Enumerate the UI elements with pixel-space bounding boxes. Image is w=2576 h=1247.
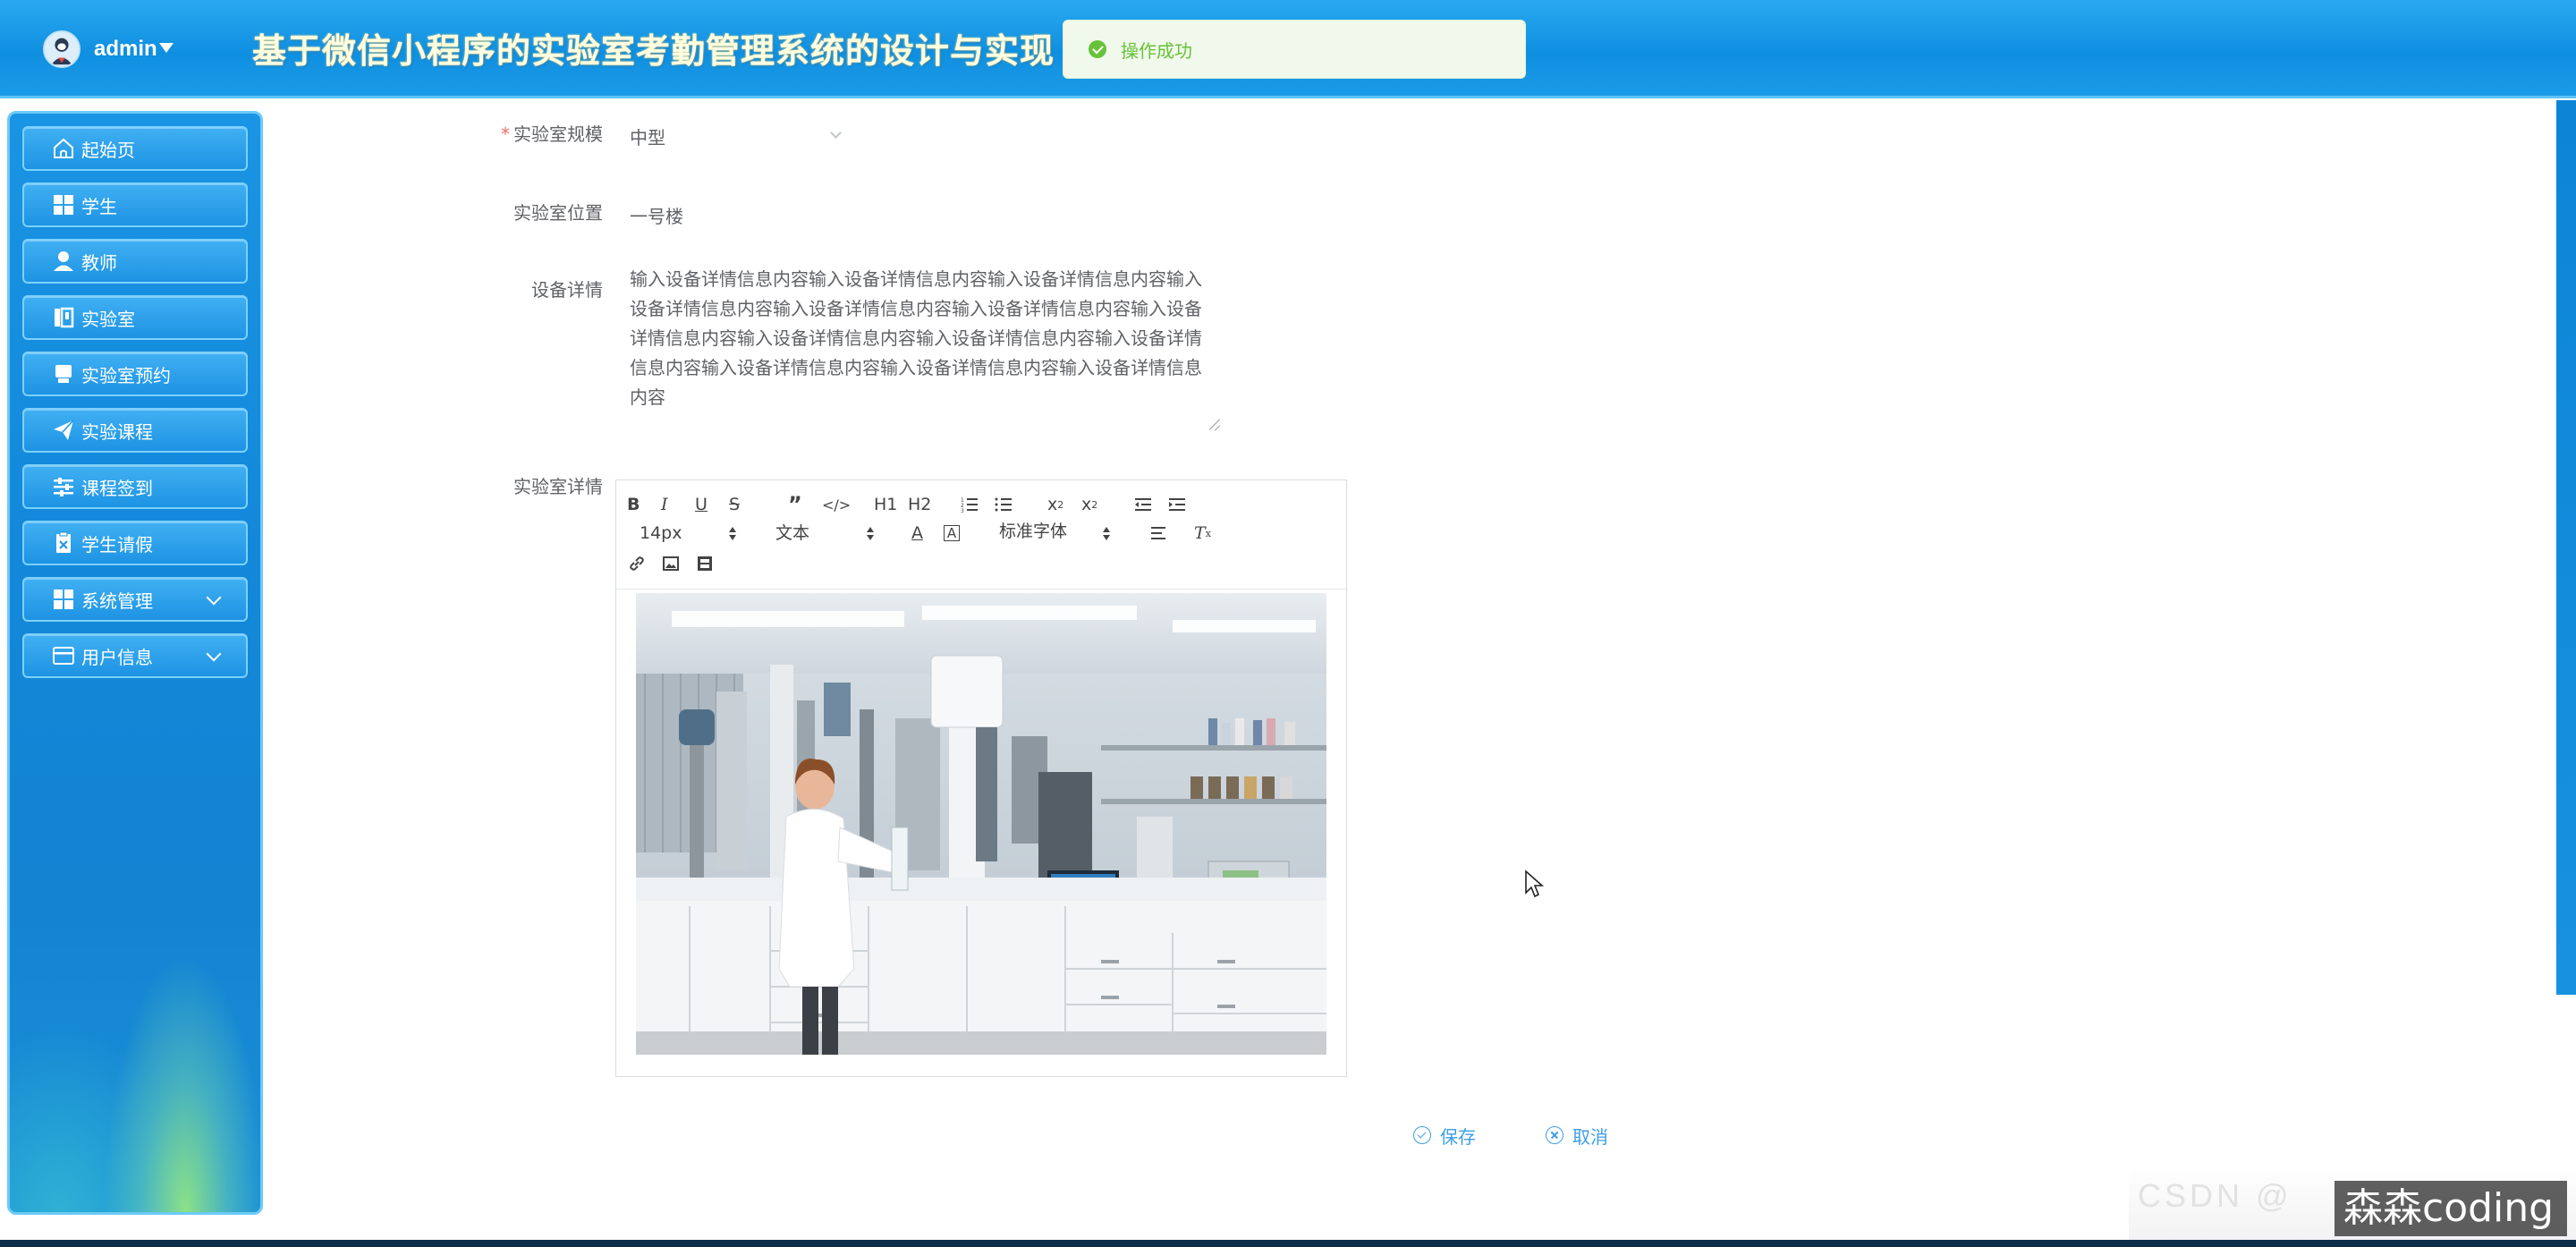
equipment-label: 设备详情 bbox=[531, 279, 603, 301]
username-label[interactable]: admin bbox=[94, 34, 157, 64]
sidebar-item-label: 系统管理 bbox=[81, 590, 153, 612]
blockquote-icon[interactable]: ” bbox=[788, 491, 802, 518]
sidebar: 起始页 学生 教师 实验室 实验室预约 实验课程 课程签到 学生请假 系统管理 … bbox=[7, 111, 263, 1215]
equipment-textarea[interactable]: 输入设备详情信息内容输入设备详情信息内容输入设备详情信息内容输入设备详情信息内容… bbox=[617, 265, 1225, 435]
code-block-icon[interactable]: </> bbox=[822, 491, 851, 518]
sidebar-item-label: 学生 bbox=[81, 195, 117, 217]
required-asterisk: * bbox=[501, 123, 510, 145]
font-color-icon[interactable]: A bbox=[911, 520, 923, 547]
sidebar-item-course-checkin[interactable]: 课程签到 bbox=[22, 464, 248, 509]
printer-icon bbox=[51, 361, 76, 386]
sidebar-item-labs[interactable]: 实验室 bbox=[22, 295, 248, 340]
resize-handle-icon[interactable] bbox=[1208, 417, 1222, 431]
card-icon bbox=[51, 643, 76, 668]
outdent-icon[interactable] bbox=[1133, 491, 1153, 518]
editor-toolbar: B I U S ” </> H1 H2 123 x2 x2 14px 文本 A … bbox=[616, 480, 1346, 590]
sidebar-item-label: 起始页 bbox=[81, 139, 135, 161]
detail-label: 实验室详情 bbox=[513, 476, 603, 497]
scrollbar[interactable] bbox=[2555, 100, 2576, 1247]
avatar-icon bbox=[45, 32, 79, 66]
location-label: 实验室位置 bbox=[513, 202, 603, 224]
underline-icon[interactable]: U bbox=[695, 491, 708, 518]
rich-text-editor: B I U S ” </> H1 H2 123 x2 x2 14px 文本 A … bbox=[615, 479, 1347, 1077]
top-header: admin 基于微信小程序的实验室考勤管理系统的设计与实现 操作成功 bbox=[0, 0, 2576, 98]
strike-icon[interactable]: S bbox=[729, 491, 740, 518]
scale-label: * 实验室规模 bbox=[433, 120, 603, 146]
save-label: 保存 bbox=[1440, 1125, 1476, 1148]
video-icon[interactable] bbox=[695, 550, 715, 577]
font-size-select[interactable]: 14px bbox=[640, 520, 682, 547]
sidebar-item-student-leave[interactable]: 学生请假 bbox=[22, 521, 248, 565]
sliders-icon bbox=[51, 474, 76, 499]
app-title: 基于微信小程序的实验室考勤管理系统的设计与实现 bbox=[252, 31, 1055, 71]
font-family-select[interactable]: 标准字体 bbox=[999, 518, 1067, 545]
chevron-down-icon bbox=[206, 590, 222, 606]
save-button[interactable]: 保存 bbox=[1413, 1122, 1476, 1149]
sidebar-item-label: 实验室 bbox=[81, 308, 135, 330]
select-arrows-icon[interactable] bbox=[867, 527, 874, 541]
heading2-button[interactable]: H2 bbox=[908, 491, 931, 518]
background-color-icon[interactable]: A bbox=[944, 525, 960, 541]
ordered-list-icon[interactable]: 123 bbox=[960, 491, 979, 518]
sidebar-item-label: 实验室预约 bbox=[81, 364, 171, 386]
sidebar-item-teachers[interactable]: 教师 bbox=[22, 239, 248, 284]
sidebar-item-label: 教师 bbox=[81, 251, 117, 274]
chevron-down-icon bbox=[206, 646, 222, 662]
check-circle-icon bbox=[1413, 1126, 1431, 1144]
bullet-list-icon[interactable] bbox=[994, 491, 1013, 518]
user-icon bbox=[51, 249, 76, 274]
grid-icon bbox=[51, 587, 76, 612]
toast-message: 操作成功 bbox=[1121, 39, 1192, 62]
bottom-strip bbox=[0, 1240, 2576, 1247]
author-watermark: 森森coding bbox=[2334, 1181, 2567, 1236]
sidebar-item-students[interactable]: 学生 bbox=[22, 182, 248, 227]
align-icon[interactable] bbox=[1149, 520, 1169, 547]
sidebar-item-label: 课程签到 bbox=[81, 477, 153, 499]
caret-down-icon[interactable] bbox=[159, 43, 174, 53]
italic-icon[interactable]: I bbox=[661, 491, 668, 518]
sidebar-item-lab-booking[interactable]: 实验室预约 bbox=[22, 352, 248, 396]
scale-select[interactable]: 中型 bbox=[630, 123, 665, 149]
scale-label-text: 实验室规模 bbox=[513, 123, 603, 145]
svg-text:3: 3 bbox=[961, 508, 964, 514]
location-input[interactable]: 一号楼 bbox=[630, 202, 683, 228]
superscript-icon[interactable]: x2 bbox=[1081, 491, 1097, 518]
clipboard-icon bbox=[51, 530, 76, 556]
csdn-watermark: CSDN @ bbox=[2138, 1177, 2292, 1214]
success-toast: 操作成功 bbox=[1063, 20, 1526, 79]
select-arrows-icon[interactable] bbox=[729, 527, 736, 541]
success-check-icon bbox=[1089, 40, 1106, 58]
close-circle-icon bbox=[1546, 1126, 1563, 1144]
cancel-label: 取消 bbox=[1572, 1125, 1608, 1148]
sidebar-item-home[interactable]: 起始页 bbox=[22, 126, 248, 171]
link-icon[interactable] bbox=[627, 550, 647, 577]
subscript-icon[interactable]: x2 bbox=[1047, 491, 1063, 518]
book-icon bbox=[51, 305, 76, 330]
sidebar-item-label: 用户信息 bbox=[81, 646, 153, 668]
cancel-button[interactable]: 取消 bbox=[1546, 1122, 1608, 1149]
header-select[interactable]: 文本 bbox=[775, 520, 809, 547]
avatar[interactable] bbox=[43, 30, 80, 68]
image-icon[interactable] bbox=[661, 550, 681, 577]
grid-icon bbox=[51, 192, 76, 217]
home-icon bbox=[51, 136, 76, 161]
sidebar-item-user-info[interactable]: 用户信息 bbox=[22, 633, 248, 678]
sidebar-item-label: 实验课程 bbox=[81, 420, 153, 443]
sidebar-item-label: 学生请假 bbox=[81, 533, 153, 556]
indent-icon[interactable] bbox=[1167, 491, 1187, 518]
clear-format-icon[interactable]: Tx bbox=[1194, 520, 1211, 547]
paper-plane-icon bbox=[51, 418, 76, 443]
bold-icon[interactable]: B bbox=[627, 491, 640, 518]
mouse-cursor-icon bbox=[1525, 870, 1545, 898]
sidebar-item-lab-courses[interactable]: 实验课程 bbox=[22, 408, 248, 453]
lab-photo bbox=[636, 593, 1326, 1055]
select-arrows-icon[interactable] bbox=[1103, 527, 1110, 541]
sidebar-item-system-management[interactable]: 系统管理 bbox=[22, 577, 248, 622]
heading1-button[interactable]: H1 bbox=[874, 491, 897, 518]
